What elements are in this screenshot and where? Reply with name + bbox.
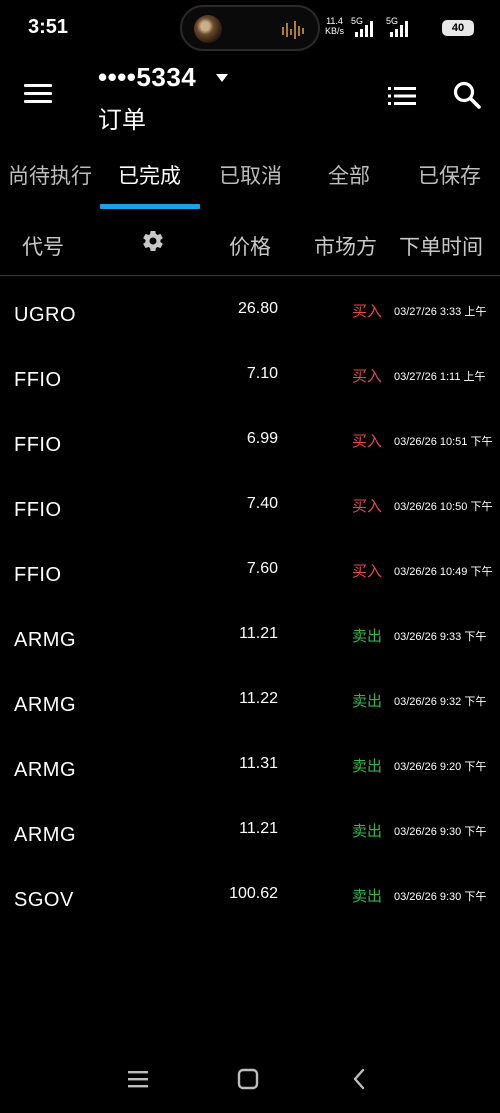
tab-saved[interactable]: 已保存 xyxy=(418,160,481,190)
order-row[interactable]: UGRO 26.80 买入 03/27/26 3:33 上午 xyxy=(0,276,500,341)
tab-all[interactable]: 全部 xyxy=(328,160,370,190)
order-price: 100.62 xyxy=(229,885,278,902)
tab-completed[interactable]: 已完成 xyxy=(118,160,181,190)
order-price: 11.22 xyxy=(239,690,278,707)
order-price: 11.21 xyxy=(239,625,278,642)
order-row[interactable]: FFIO 7.10 买入 03/27/26 1:11 上午 xyxy=(0,341,500,406)
active-tab-indicator xyxy=(100,204,200,209)
order-price: 7.10 xyxy=(246,365,278,382)
app-header: ••••5334 订单 xyxy=(0,56,500,146)
order-side: 卖出 xyxy=(352,757,383,775)
order-time: 03/26/26 9:20 下午 xyxy=(394,761,487,773)
status-time: 3:51 xyxy=(28,16,69,38)
order-row[interactable]: ARMG 11.21 卖出 03/26/26 9:33 下午 xyxy=(0,601,500,666)
order-time: 03/27/26 3:33 上午 xyxy=(394,306,487,318)
column-header-symbol[interactable]: 代号 xyxy=(22,231,64,261)
order-side: 买入 xyxy=(352,367,383,385)
media-artwork-icon xyxy=(194,15,222,43)
account-selector[interactable]: ••••5334 xyxy=(98,62,196,93)
column-header-time[interactable]: 下单时间 xyxy=(399,231,483,261)
order-time: 03/26/26 9:33 下午 xyxy=(394,631,487,643)
status-bar: 3:51 11.4 KB/s 5G 5G 40 xyxy=(0,0,500,56)
order-time: 03/27/26 1:11 上午 xyxy=(394,371,486,383)
order-side: 卖出 xyxy=(352,887,383,905)
signal-bars-icon xyxy=(390,21,408,37)
order-time: 03/26/26 9:32 下午 xyxy=(394,696,487,708)
caret-down-icon[interactable] xyxy=(216,74,228,82)
page-title: 订单 xyxy=(98,106,146,134)
order-side: 卖出 xyxy=(352,627,383,645)
order-time: 03/26/26 10:49 下午 xyxy=(394,566,493,578)
signal-2: 5G xyxy=(386,16,414,38)
network-speed: 11.4 KB/s xyxy=(325,16,344,36)
order-row[interactable]: ARMG 11.22 卖出 03/26/26 9:32 下午 xyxy=(0,666,500,731)
order-symbol: ARMG xyxy=(14,629,76,651)
order-price: 7.60 xyxy=(246,560,278,577)
signal-1: 5G xyxy=(351,16,379,38)
list-icon[interactable] xyxy=(388,86,416,106)
battery-indicator: 40 xyxy=(442,20,474,36)
order-row[interactable]: FFIO 6.99 买入 03/26/26 10:51 下午 xyxy=(0,406,500,471)
order-symbol: FFIO xyxy=(14,564,62,586)
orders-list: UGRO 26.80 买入 03/27/26 3:33 上午 FFIO 7.10… xyxy=(0,276,500,926)
order-symbol: FFIO xyxy=(14,369,62,391)
status-indicators: 11.4 KB/s 5G 5G 40 xyxy=(274,14,474,42)
order-price: 7.40 xyxy=(246,495,278,512)
signal-bars-icon xyxy=(355,21,373,37)
order-price: 11.21 xyxy=(239,820,278,837)
order-symbol: ARMG xyxy=(14,694,76,716)
order-price: 6.99 xyxy=(246,430,278,447)
order-symbol: FFIO xyxy=(14,499,62,521)
order-time: 03/26/26 10:50 下午 xyxy=(394,501,493,513)
system-nav-bar xyxy=(0,1050,500,1113)
order-side: 卖出 xyxy=(352,692,383,710)
tab-pending[interactable]: 尚待执行 xyxy=(8,160,92,190)
column-header-price[interactable]: 价格 xyxy=(229,231,271,261)
tab-cancelled[interactable]: 已取消 xyxy=(219,160,282,190)
order-status-tabs: 尚待执行 已完成 已取消 全部 已保存 xyxy=(0,150,500,212)
order-symbol: FFIO xyxy=(14,434,62,456)
order-side: 卖出 xyxy=(352,822,383,840)
order-row[interactable]: FFIO 7.60 买入 03/26/26 10:49 下午 xyxy=(0,536,500,601)
back-icon[interactable] xyxy=(344,1064,374,1094)
order-symbol: ARMG xyxy=(14,824,76,846)
order-time: 03/26/26 9:30 下午 xyxy=(394,891,487,903)
order-row[interactable]: FFIO 7.40 买入 03/26/26 10:50 下午 xyxy=(0,471,500,536)
network-speed-value: 11.4 xyxy=(326,16,343,26)
order-row[interactable]: ARMG 11.31 卖出 03/26/26 9:20 下午 xyxy=(0,731,500,796)
order-side: 买入 xyxy=(352,497,383,515)
gear-icon[interactable] xyxy=(141,229,165,253)
order-symbol: UGRO xyxy=(14,304,76,326)
hamburger-icon[interactable] xyxy=(24,84,52,106)
order-row[interactable]: SGOV 100.62 卖出 03/26/26 9:30 下午 xyxy=(0,861,500,926)
order-row[interactable]: ARMG 11.21 卖出 03/26/26 9:30 下午 xyxy=(0,796,500,861)
order-price: 26.80 xyxy=(237,300,278,317)
home-icon[interactable] xyxy=(233,1064,263,1094)
order-symbol: SGOV xyxy=(14,889,74,911)
search-icon[interactable] xyxy=(452,80,482,110)
order-side: 买入 xyxy=(352,562,383,580)
order-side: 买入 xyxy=(352,432,383,450)
order-time: 03/26/26 9:30 下午 xyxy=(394,826,487,838)
recents-icon[interactable] xyxy=(123,1064,153,1094)
column-header-side[interactable]: 市场方 xyxy=(314,231,377,261)
order-symbol: ARMG xyxy=(14,759,76,781)
order-price: 11.31 xyxy=(239,755,278,772)
order-side: 买入 xyxy=(352,302,383,320)
network-speed-unit: KB/s xyxy=(324,26,344,36)
order-time: 03/26/26 10:51 下午 xyxy=(394,436,493,448)
column-headers: 代号 价格 市场方 下单时间 xyxy=(0,216,500,276)
